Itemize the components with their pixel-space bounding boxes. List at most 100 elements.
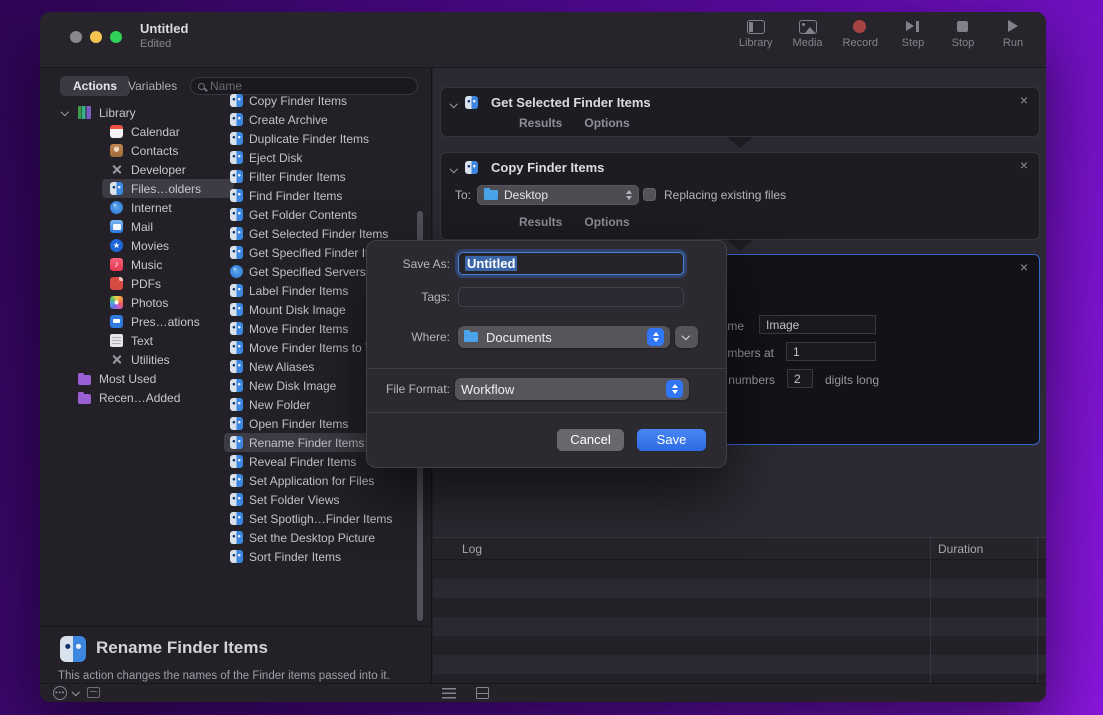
digits-count-input[interactable]: [787, 369, 813, 388]
action-item-icon: [230, 360, 243, 373]
sidebar-item-label: Library: [99, 106, 136, 120]
options-link[interactable]: Options: [584, 215, 629, 229]
search-icon: [198, 83, 205, 90]
action-item-icon: [230, 132, 243, 145]
toolbar-button[interactable]: Media: [791, 18, 825, 51]
sidebar-item-icon: [78, 106, 91, 119]
action-list-item[interactable]: Eject Disk: [224, 148, 424, 167]
where-label: Where:: [370, 330, 450, 344]
action-item-label: Get Specified Servers: [249, 265, 366, 279]
action-item-icon: [230, 246, 243, 259]
toolbar-button-label: Record: [843, 37, 878, 49]
toolbar-button-label: Stop: [952, 37, 975, 49]
toolbar-button[interactable]: Library: [737, 18, 775, 51]
expand-dialog-button[interactable]: [675, 326, 698, 348]
toolbar-button[interactable]: Stop: [946, 18, 980, 51]
list-view-icon[interactable]: [442, 688, 456, 699]
titlebar: Untitled Edited Library Media Record S: [40, 12, 1046, 68]
action-list-item[interactable]: Find Finder Items: [224, 186, 424, 205]
toolbar-button-icon: [747, 20, 765, 34]
action-list-item[interactable]: Set Folder Views: [224, 490, 424, 509]
block-title: Copy Finder Items: [491, 160, 604, 175]
tags-label: Tags:: [370, 290, 450, 304]
action-list-item[interactable]: Set Spotligh…Finder Items: [224, 509, 424, 528]
tab-variables[interactable]: Variables: [128, 79, 177, 93]
action-list-item[interactable]: Set the Desktop Picture: [224, 528, 424, 547]
sidebar-item-label: Photos: [131, 296, 168, 310]
action-item-icon: [230, 303, 243, 316]
destination-popup[interactable]: Desktop: [477, 185, 639, 205]
save-as-field[interactable]: Untitled: [458, 252, 684, 275]
log-column-divider[interactable]: [930, 537, 931, 683]
toolbar-button[interactable]: Step: [896, 18, 930, 51]
close-icon[interactable]: ×: [1020, 259, 1028, 275]
action-list-item[interactable]: Copy Finder Items: [224, 91, 424, 110]
log-table-header: Log Duration: [433, 537, 1046, 560]
toolbar-button[interactable]: Run: [996, 18, 1030, 51]
sidebar-item-icon: [110, 334, 123, 347]
action-list-item[interactable]: Sort Finder Items: [224, 547, 424, 566]
toolbar-button[interactable]: Record: [841, 18, 880, 51]
duration-column-header[interactable]: Duration: [938, 542, 983, 556]
save-as-label: Save As:: [370, 257, 450, 271]
chevron-down-icon[interactable]: [72, 688, 80, 696]
finder-icon: [465, 161, 478, 174]
where-popup[interactable]: Documents: [458, 326, 670, 348]
sidebar-item-label: Calendar: [131, 125, 180, 139]
cancel-button[interactable]: Cancel: [557, 429, 624, 451]
action-item-label: Set Folder Views: [249, 493, 340, 507]
save-button[interactable]: Save: [637, 429, 706, 451]
action-item-icon: [230, 208, 243, 221]
start-numbers-input[interactable]: [786, 342, 876, 361]
zoom-traffic-light[interactable]: [110, 31, 122, 43]
disclosure-chevron-icon[interactable]: [61, 108, 69, 116]
results-link[interactable]: Results: [519, 116, 562, 130]
stacked-view-icon[interactable]: [476, 687, 489, 699]
log-column-divider[interactable]: [1037, 537, 1038, 683]
log-column-header[interactable]: Log: [462, 542, 482, 556]
action-list-item[interactable]: Filter Finder Items: [224, 167, 424, 186]
log-panel-icon[interactable]: [87, 687, 100, 698]
toolbar-button-icon: [799, 20, 817, 34]
new-name-input[interactable]: [759, 315, 876, 334]
sidebar-item-icon: [110, 258, 123, 271]
collapse-chevron-icon[interactable]: [450, 165, 458, 173]
replacing-files-checkbox[interactable]: [643, 188, 656, 201]
toolbar-button-label: Step: [902, 37, 925, 49]
close-traffic-light[interactable]: [70, 31, 82, 43]
folder-icon: [464, 332, 478, 342]
workflow-block-copy-finder-items[interactable]: Copy Finder Items × To: Desktop Replacin…: [440, 152, 1040, 240]
action-list-item[interactable]: Create Archive: [224, 110, 424, 129]
tags-field[interactable]: [458, 287, 684, 307]
workflow-block-get-selected[interactable]: Get Selected Finder Items × Results Opti…: [440, 87, 1040, 137]
sidebar-item-icon: [78, 375, 91, 385]
collapse-chevron-icon[interactable]: [450, 100, 458, 108]
file-format-label: File Format:: [370, 382, 450, 396]
where-value: Documents: [486, 330, 552, 345]
file-format-value: Workflow: [461, 382, 514, 397]
file-format-popup[interactable]: Workflow: [455, 378, 689, 400]
action-item-icon: [230, 322, 243, 335]
action-list-item[interactable]: Duplicate Finder Items: [224, 129, 424, 148]
sidebar-item-label: Music: [131, 258, 162, 272]
sidebar-item-label: Pres…ations: [131, 315, 200, 329]
popup-stepper-icon: [626, 190, 632, 200]
results-link[interactable]: Results: [519, 215, 562, 229]
action-item-label: Rename Finder Items: [249, 436, 364, 450]
action-item-label: Reveal Finder Items: [249, 455, 356, 469]
tab-actions[interactable]: Actions: [60, 76, 130, 96]
minimize-traffic-light[interactable]: [90, 31, 102, 43]
toolbar-button-icon: [904, 20, 922, 34]
action-item-label: Create Archive: [249, 113, 328, 127]
action-item-label: New Aliases: [249, 360, 314, 374]
toolbar-button-icon: [851, 20, 869, 34]
action-item-icon: [230, 436, 243, 449]
action-list-item[interactable]: Set Application for Files: [224, 471, 424, 490]
toolbar: Library Media Record Step Stop: [737, 18, 1030, 51]
close-icon[interactable]: ×: [1020, 92, 1028, 108]
sidebar-item-label: Most Used: [99, 372, 156, 386]
action-list-item[interactable]: Get Folder Contents: [224, 205, 424, 224]
options-link[interactable]: Options: [584, 116, 629, 130]
close-icon[interactable]: ×: [1020, 157, 1028, 173]
workflow-status-menu-icon[interactable]: [53, 686, 67, 700]
